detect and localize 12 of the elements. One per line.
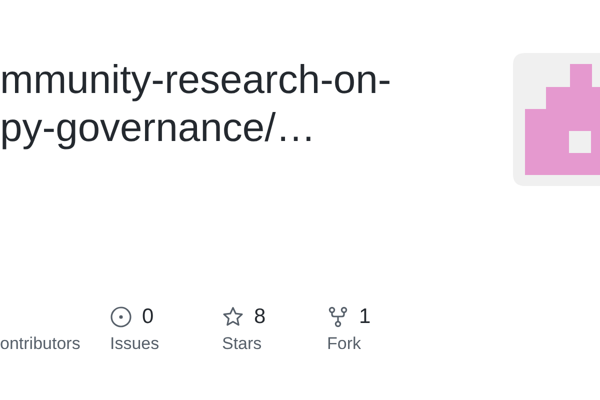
stat-count: 8 [254,305,266,329]
stat-label: Fork [327,334,362,354]
repo-title: mmunity-research-on- [0,57,392,104]
stat-label: Issues [110,334,160,354]
fork-icon [327,306,349,328]
star-icon [222,306,244,328]
stat-count: 1 [359,305,371,329]
stat-label: ontributors [0,334,82,354]
stat-count: 0 [142,305,154,329]
stat-label: Stars [222,334,263,354]
issue-circle-icon [110,306,132,328]
repo-title: py-governance/… [0,105,317,152]
